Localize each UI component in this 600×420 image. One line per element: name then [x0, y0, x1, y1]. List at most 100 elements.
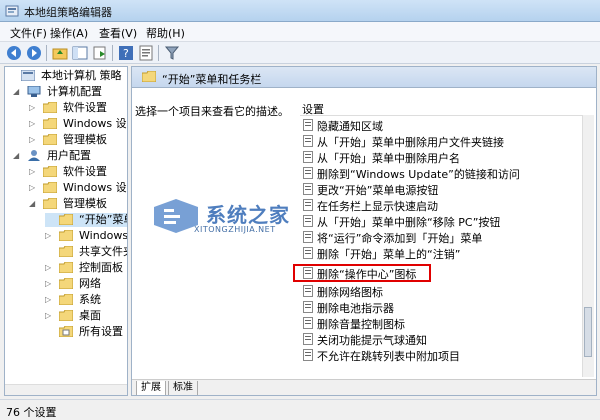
folder-open-icon	[42, 198, 57, 209]
folder-icon	[42, 118, 57, 129]
show-hide-tree-icon[interactable]	[72, 45, 88, 61]
toolbar-separator	[112, 45, 113, 61]
tree-node-user-config[interactable]: ◢ 用户配置	[13, 149, 91, 163]
tree-node-desktop[interactable]: ▷ 桌面	[45, 309, 101, 323]
help-icon[interactable]: ?	[118, 45, 134, 61]
setting-label: 不允许在跳转列表中附加项目	[317, 350, 460, 363]
properties-icon[interactable]	[138, 45, 154, 61]
expanded-arrow-icon[interactable]: ◢	[29, 197, 39, 211]
folder-icon	[58, 262, 73, 273]
tree-node-windows-settings[interactable]: ▷ Windows 设置	[29, 117, 127, 131]
setting-label: 隐藏通知区域	[317, 120, 383, 133]
setting-label: 在任务栏上显示快速启动	[317, 200, 438, 213]
collapsed-arrow-icon[interactable]: ▷	[29, 165, 39, 179]
tree-node-network[interactable]: ▷ 网络	[45, 277, 101, 291]
toolbar-separator	[46, 45, 47, 61]
tree-node-local-computer-policy[interactable]: 本地计算机 策略	[7, 69, 122, 83]
setting-label: 从「开始」菜单中删除“移除 PC”按钮	[317, 216, 501, 229]
tab-extended[interactable]: 扩展	[136, 381, 166, 395]
tree-node-computer-config[interactable]: ◢ 计算机配置	[13, 85, 102, 99]
status-text: 76 个设置	[6, 406, 57, 419]
folder-icon	[58, 278, 73, 289]
collapsed-arrow-icon[interactable]: ▷	[29, 133, 39, 147]
tree-node-label: 网络	[79, 277, 101, 290]
settings-pane-title: “开始”菜单和任务栏	[162, 73, 262, 86]
tree-node-label: 桌面	[79, 309, 101, 322]
tab-standard[interactable]: 标准	[168, 381, 198, 395]
setting-label: 删除音量控制图标	[317, 318, 405, 331]
tree-node-label: 软件设置	[63, 165, 107, 178]
setting-label: 将“运行”命令添加到「开始」菜单	[317, 232, 483, 245]
collapsed-arrow-icon[interactable]: ▷	[45, 229, 55, 243]
back-icon[interactable]	[6, 45, 22, 61]
tree-node-user-software-settings[interactable]: ▷ 软件设置	[29, 165, 107, 179]
folder-icon	[58, 310, 73, 321]
forward-icon[interactable]	[26, 45, 42, 61]
tree-node-user-windows-settings[interactable]: ▷ Windows 设置	[29, 181, 127, 195]
folder-icon	[58, 246, 73, 257]
tree-node-label: 用户配置	[47, 149, 91, 162]
collapsed-arrow-icon[interactable]: ▷	[29, 101, 39, 115]
menu-help[interactable]: 帮助(H)	[146, 25, 185, 41]
settings-vertical-scrollbar[interactable]	[582, 115, 594, 377]
view-tabs: 扩展 标准	[132, 379, 596, 395]
tree-node-software-settings[interactable]: ▷ 软件设置	[29, 101, 107, 115]
menu-view[interactable]: 查看(V)	[99, 25, 137, 41]
all-settings-folder-icon	[58, 326, 73, 337]
collapsed-arrow-icon[interactable]: ▷	[45, 309, 55, 323]
column-header-setting[interactable]: 设置	[300, 101, 592, 116]
menu-action[interactable]: 操作(A)	[50, 25, 88, 41]
highlight-annotation-box	[293, 264, 431, 282]
policy-setting-icon	[303, 135, 313, 147]
site-watermark: 系统之家 XITONGZHIJIA.NET	[150, 195, 330, 239]
tree-node-user-admin-templates[interactable]: ◢ 管理模板	[29, 197, 107, 211]
title-bar: 本地组策略编辑器	[0, 0, 600, 22]
policy-setting-icon	[303, 349, 313, 361]
setting-label: 删除网络图标	[317, 286, 383, 299]
status-bar: 76 个设置	[0, 399, 600, 420]
watermark-title: 系统之家	[206, 203, 290, 227]
folder-icon	[142, 71, 156, 82]
description-text: 选择一个项目来查看它的描述。	[135, 105, 289, 118]
policy-setting-icon	[303, 167, 313, 179]
folder-icon	[58, 230, 73, 241]
folder-open-icon	[58, 214, 73, 225]
tree-node-label: 控制面板	[79, 261, 123, 274]
policy-tree: 本地计算机 策略 ◢ 计算机配置 ▷ 软件设置 ▷ Windows 设置 ▷ 管…	[4, 66, 128, 396]
tree-node-all-settings[interactable]: 所有设置	[45, 325, 123, 339]
expanded-arrow-icon[interactable]: ◢	[13, 149, 23, 163]
export-icon[interactable]	[92, 45, 108, 61]
collapsed-arrow-icon[interactable]: ▷	[29, 117, 39, 131]
user-icon	[27, 150, 40, 161]
app-icon	[5, 5, 19, 17]
tree-node-windows-components[interactable]: ▷ Windows 组	[45, 229, 127, 243]
tree-node-label: 管理模板	[63, 133, 107, 146]
expanded-arrow-icon[interactable]: ◢	[13, 85, 23, 99]
group-policy-editor-window: 本地组策略编辑器 文件(F) 操作(A) 查看(V) 帮助(H) ? 本地计算机…	[0, 0, 600, 420]
tree-horizontal-scrollbar[interactable]	[5, 384, 127, 395]
collapsed-arrow-icon[interactable]: ▷	[45, 293, 55, 307]
tree-node-control-panel[interactable]: ▷ 控制面板	[45, 261, 123, 275]
tree-node-start-menu[interactable]: “开始”菜单	[45, 213, 127, 227]
folder-icon	[42, 134, 57, 145]
setting-label: 更改“开始”菜单电源按钮	[317, 184, 439, 197]
tree-node-system[interactable]: ▷ 系统	[45, 293, 101, 307]
toolbar: ?	[0, 42, 600, 64]
tree-node-label: 共享文件夹	[79, 245, 127, 258]
setting-label: 关闭功能提示气球通知	[317, 334, 427, 347]
menu-file[interactable]: 文件(F)	[10, 25, 47, 41]
collapsed-arrow-icon[interactable]: ▷	[45, 277, 55, 291]
scrollbar-thumb[interactable]	[584, 307, 592, 357]
setting-label: 删除电池指示器	[317, 302, 394, 315]
up-folder-icon[interactable]	[52, 45, 68, 61]
collapsed-arrow-icon[interactable]: ▷	[29, 181, 39, 195]
policy-setting-icon	[303, 301, 313, 313]
tree-node-label: 所有设置	[79, 325, 123, 338]
filter-icon[interactable]	[164, 45, 180, 61]
policy-setting-icon	[303, 333, 313, 345]
tree-node-admin-templates[interactable]: ▷ 管理模板	[29, 133, 107, 147]
watermark-subtitle: XITONGZHIJIA.NET	[194, 225, 276, 234]
tree-node-shared-folders[interactable]: 共享文件夹	[45, 245, 127, 259]
tree-node-label: “开始”菜单	[79, 213, 127, 226]
collapsed-arrow-icon[interactable]: ▷	[45, 261, 55, 275]
